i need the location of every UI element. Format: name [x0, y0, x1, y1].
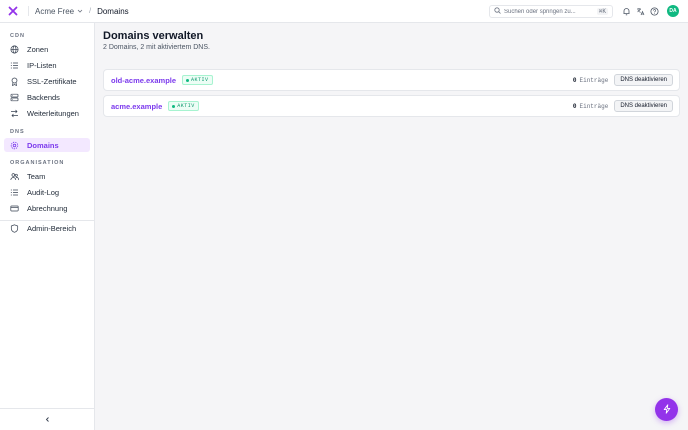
globe-icon — [9, 44, 19, 54]
list-icon — [9, 60, 19, 70]
chevron-down-icon — [77, 8, 83, 14]
divider — [28, 6, 29, 16]
breadcrumb-current: Domains — [97, 6, 129, 16]
sidebar-item-label: Backends — [27, 92, 60, 102]
search-input[interactable] — [504, 8, 588, 15]
sidebar-item-team[interactable]: Team — [4, 169, 90, 183]
sidebar-item-label: Domains — [27, 140, 59, 150]
sidebar-item-admin-bereich[interactable]: Admin-Bereich — [4, 221, 90, 235]
sidebar-item-label: Weiterleitungen — [27, 108, 79, 118]
sidebar-item-ip-listen[interactable]: IP-Listen — [4, 58, 90, 72]
search-box[interactable]: ⌘K — [489, 5, 613, 18]
list-icon — [9, 187, 19, 197]
credit-card-icon — [9, 203, 19, 213]
sidebar-footer — [0, 408, 95, 430]
redirect-icon — [9, 108, 19, 118]
sidebar-item-ssl-zertifikate[interactable]: SSL-Zertifikate — [4, 74, 90, 88]
page-title: Domains verwalten — [103, 30, 204, 42]
search-icon — [494, 7, 501, 16]
status-dot-icon — [186, 78, 190, 82]
sidebar-item-label: Zonen — [27, 44, 49, 54]
records-count-value: 0 — [572, 76, 577, 84]
gear-icon — [9, 140, 19, 150]
team-icon — [9, 171, 19, 181]
sidebar-item-audit-log[interactable]: Audit-Log — [4, 185, 90, 199]
sidebar-item-zonen[interactable]: Zonen — [4, 42, 90, 56]
assistant-button[interactable] — [655, 398, 678, 421]
status-dot-icon — [172, 104, 176, 108]
records-count-label: Einträge — [579, 76, 609, 84]
status-badge: AKTIV — [182, 75, 213, 85]
domain-name-link[interactable]: acme.example — [111, 102, 162, 111]
server-icon — [9, 92, 19, 102]
lightning-icon — [662, 403, 672, 416]
top-bar: Acme Free / Domains ⌘K DA — [0, 0, 688, 23]
domain-row: old-acme.example AKTIV 0 Einträge DNS de… — [103, 69, 680, 91]
sidebar-item-label: Admin-Bereich — [27, 223, 77, 233]
breadcrumb-separator: / — [89, 7, 92, 15]
records-count: 0 Einträge — [573, 77, 608, 84]
sidebar-section-dns: DNS — [10, 129, 25, 135]
sidebar-item-label: SSL-Zertifikate — [27, 76, 77, 86]
sidebar-item-label: IP-Listen — [27, 60, 57, 70]
logo-icon[interactable] — [7, 5, 19, 17]
sidebar-item-backends[interactable]: Backends — [4, 90, 90, 104]
org-switcher[interactable]: Acme Free — [35, 7, 83, 16]
help-icon[interactable] — [649, 6, 660, 17]
chevron-left-icon[interactable] — [42, 414, 54, 426]
certificate-icon — [9, 76, 19, 86]
status-badge: AKTIV — [168, 101, 199, 111]
bell-icon[interactable] — [621, 6, 632, 17]
status-badge-label: AKTIV — [191, 77, 209, 83]
records-count-label: Einträge — [579, 102, 609, 110]
domain-name-link[interactable]: old-acme.example — [111, 76, 176, 85]
sidebar: CDN Zonen IP-Listen SSL-Zertifikate Back… — [0, 23, 95, 430]
search-shortcut: ⌘K — [596, 8, 608, 15]
sidebar-item-abrechnung[interactable]: Abrechnung — [4, 201, 90, 215]
sidebar-item-domains[interactable]: Domains — [4, 138, 90, 152]
avatar[interactable]: DA — [667, 5, 679, 17]
domain-row: acme.example AKTIV 0 Einträge DNS deakti… — [103, 95, 680, 117]
sidebar-section-organisation: ORGANISATION — [10, 160, 65, 166]
sidebar-item-weiterleitungen[interactable]: Weiterleitungen — [4, 106, 90, 120]
sidebar-item-label: Audit-Log — [27, 187, 60, 197]
disable-dns-button[interactable]: DNS deaktivieren — [614, 74, 673, 86]
sidebar-section-cdn: CDN — [10, 33, 25, 39]
translate-icon[interactable] — [635, 6, 646, 17]
status-badge-label: AKTIV — [177, 103, 195, 109]
page-subtitle: 2 Domains, 2 mit aktiviertem DNS. — [103, 44, 210, 51]
org-name: Acme Free — [35, 6, 75, 16]
sidebar-item-label: Team — [27, 171, 46, 181]
shield-icon — [9, 223, 19, 233]
disable-dns-button[interactable]: DNS deaktivieren — [614, 100, 673, 112]
records-count-value: 0 — [572, 102, 577, 110]
records-count: 0 Einträge — [573, 103, 608, 110]
sidebar-item-label: Abrechnung — [27, 203, 68, 213]
